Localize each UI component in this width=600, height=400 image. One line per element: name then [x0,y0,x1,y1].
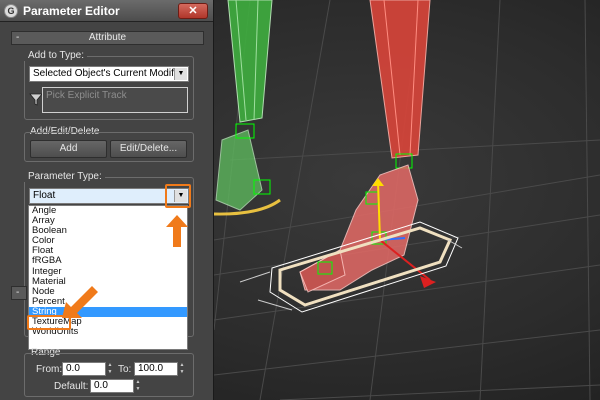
add-to-type-label: Add to Type: [24,50,87,61]
from-label: From: [36,364,63,375]
spinner-arrows-icon[interactable]: ▲ ▼ [178,362,186,376]
from-spinner[interactable]: 0.0 [62,362,106,376]
to-spinner[interactable]: 100.0 [134,362,178,376]
add-to-type-value: Selected Object's Current Modifier [33,68,185,79]
parameter-editor-window: G Parameter Editor ✕ - Attribute Add to … [0,0,214,400]
add-to-type-dropdown[interactable]: Selected Object's Current Modifier ▼ [29,66,189,82]
second-rollout-header[interactable]: - [11,286,27,300]
arrow-down-left-icon [62,286,98,318]
default-spinner[interactable]: 0.0 [90,379,134,393]
window-title: Parameter Editor [23,3,120,18]
parameter-type-value: Float [33,190,56,201]
parameter-type-label: Parameter Type: [24,171,105,182]
collapse-icon: - [16,32,20,43]
rollout-title: Attribute [88,32,127,43]
pick-explicit-track-field[interactable]: Pick Explicit Track [42,87,188,113]
attribute-rollout-header[interactable]: - Attribute [11,31,204,45]
spinner-arrows-icon[interactable]: ▲ ▼ [106,362,114,376]
close-button[interactable]: ✕ [178,2,208,19]
highlight-box-dropdown-arrow [165,184,191,208]
spinner-arrows-icon[interactable]: ▲ ▼ [134,379,142,393]
arrow-up-icon [166,215,188,247]
default-label: Default: [54,381,89,392]
title-bar[interactable]: G Parameter Editor ✕ [0,0,213,22]
green-leg [213,0,281,216]
app-logo-icon: G [4,3,18,18]
red-leg [299,0,436,293]
filter-icon[interactable] [29,92,43,106]
edit-delete-button[interactable]: Edit/Delete... [110,140,187,158]
to-label: To: [118,364,132,375]
add-button[interactable]: Add [30,140,107,158]
chevron-down-icon: ▼ [174,68,187,80]
